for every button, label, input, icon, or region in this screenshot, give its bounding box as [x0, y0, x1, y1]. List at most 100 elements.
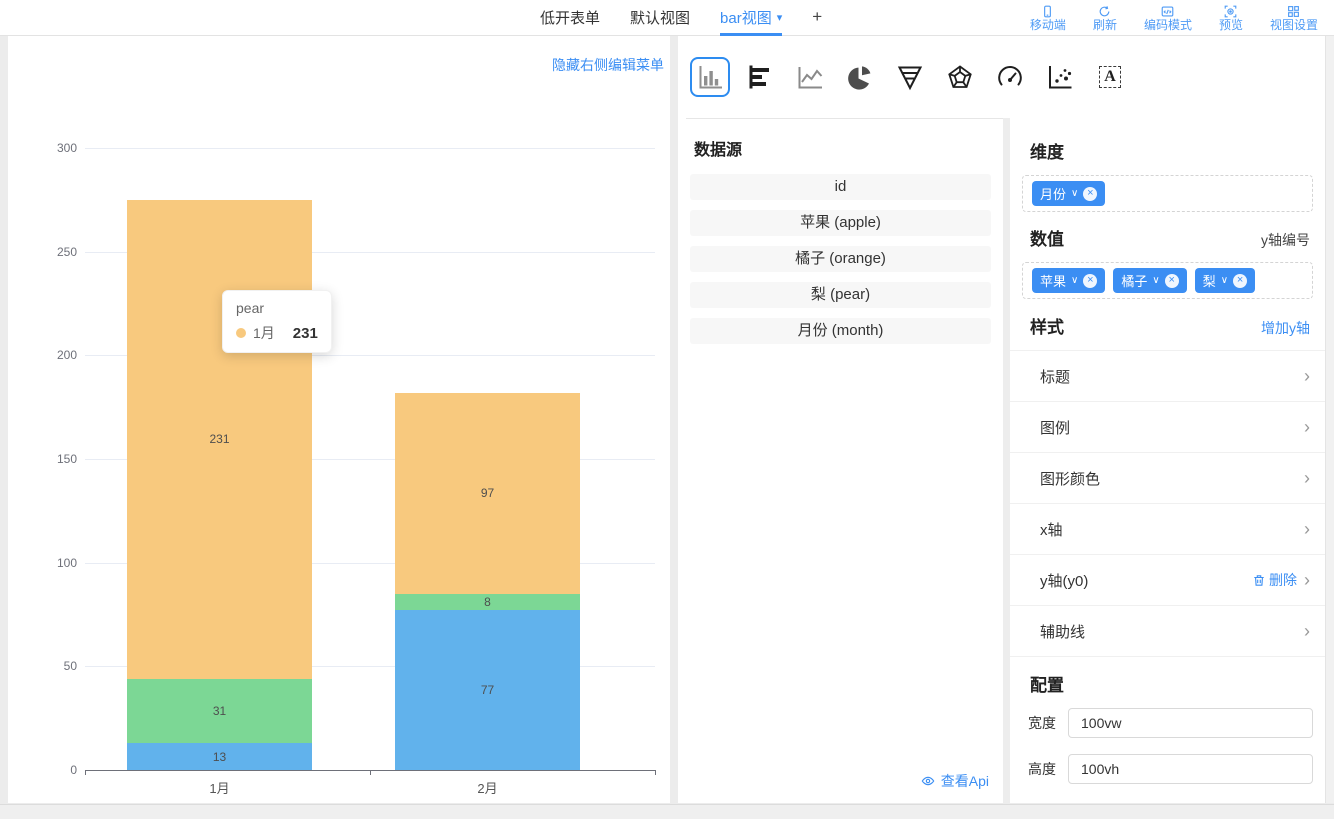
remove-tag-icon[interactable]: × [1083, 274, 1097, 288]
chart-type-funnel[interactable] [890, 57, 930, 97]
datasource-field-apple[interactable]: 苹果 (apple) [690, 210, 991, 236]
style-title: 样式 [1030, 313, 1064, 338]
editor-panel: A 数据源 id 苹果 (apple) 橘子 (orange) 梨 (pear)… [678, 36, 1334, 803]
chart-type-bar[interactable] [690, 57, 730, 97]
chart-type-radar[interactable] [940, 57, 980, 97]
add-y-axis-link[interactable]: 增加y轴 [1261, 318, 1310, 338]
y-axis-tick-label: 150 [28, 452, 77, 466]
style-item-y-axis-y0[interactable]: y轴(y0) 删除 › [1010, 555, 1325, 606]
bar-segment[interactable]: 8 [395, 594, 580, 611]
values-drop-zone[interactable]: 苹果 ∨ × 橘子 ∨ × 梨 ∨ × [1022, 262, 1313, 299]
datasource-field-month[interactable]: 月份 (month) [690, 318, 991, 344]
width-input[interactable] [1068, 708, 1313, 738]
remove-tag-icon[interactable]: × [1233, 274, 1247, 288]
bar-segment[interactable]: 31 [127, 679, 312, 743]
code-mode-icon [1161, 5, 1174, 18]
x-axis-tick [370, 770, 371, 775]
vertical-scrollbar[interactable] [1325, 36, 1334, 803]
preview-button[interactable]: 预览 [1219, 5, 1243, 32]
remove-tag-icon[interactable]: × [1083, 187, 1097, 201]
chevron-right-icon: › [1304, 520, 1310, 538]
style-item-x-axis[interactable]: x轴 › [1010, 504, 1325, 555]
bar-segment[interactable]: 97 [395, 393, 580, 594]
view-settings-button[interactable]: 视图设置 [1270, 5, 1318, 32]
chart-type-line[interactable] [790, 57, 830, 97]
eye-icon [921, 774, 935, 788]
pie-chart-icon [846, 63, 874, 91]
bar-value-label: 13 [213, 750, 226, 764]
bar-segment[interactable]: 231 [127, 200, 312, 679]
chart-type-bar-horizontal[interactable] [740, 57, 780, 97]
value-tag-pear[interactable]: 梨 ∨ × [1195, 268, 1255, 293]
trash-icon [1253, 574, 1265, 587]
chevron-right-icon: › [1304, 367, 1310, 385]
datasource-panel: 数据源 id 苹果 (apple) 橘子 (orange) 梨 (pear) 月… [678, 119, 1003, 803]
bar-segment[interactable]: 13 [127, 743, 312, 770]
chart-type-gauge[interactable] [990, 57, 1030, 97]
chart-type-scatter[interactable] [1040, 57, 1080, 97]
width-label: 宽度 [1028, 713, 1068, 733]
mobile-button[interactable]: 移动端 [1030, 5, 1066, 32]
refresh-icon [1098, 5, 1111, 18]
remove-tag-icon[interactable]: × [1165, 274, 1179, 288]
chevron-down-icon[interactable]: ∨ [1071, 275, 1078, 286]
tab-default-view[interactable]: 默认视图 [630, 0, 690, 36]
tab-bar-view[interactable]: bar视图 ▾ [720, 0, 782, 36]
refresh-button[interactable]: 刷新 [1093, 5, 1117, 32]
dimension-title: 维度 [1030, 138, 1064, 163]
text-icon: A [1099, 66, 1121, 88]
chevron-down-icon[interactable]: ∨ [1152, 275, 1159, 286]
gauge-icon [996, 63, 1024, 91]
chart-type-pie[interactable] [840, 57, 880, 97]
datasource-field-id[interactable]: id [690, 174, 991, 200]
x-axis-category-label: 1月 [170, 778, 270, 797]
panel-divider-strip [1003, 118, 1010, 803]
tooltip-value: 231 [293, 325, 318, 342]
chart-type-toolbar: A [678, 36, 1334, 118]
code-mode-button[interactable]: 编码模式 [1144, 5, 1192, 32]
style-item-shape-color[interactable]: 图形颜色 › [1010, 453, 1325, 504]
chevron-right-icon: › [1304, 622, 1310, 640]
datasource-title: 数据源 [694, 136, 1003, 160]
add-view-tab-button[interactable]: + [812, 0, 822, 36]
chevron-right-icon: › [1304, 469, 1310, 487]
tooltip-series-name: pear [236, 300, 318, 316]
value-tag-apple[interactable]: 苹果 ∨ × [1032, 268, 1105, 293]
chevron-right-icon: › [1304, 571, 1310, 589]
bar-value-label: 31 [213, 704, 226, 718]
values-title: 数值 [1030, 225, 1064, 250]
style-item-guide-line[interactable]: 辅助线 › [1010, 606, 1325, 657]
delete-y-axis-button[interactable]: 删除 [1253, 570, 1297, 590]
y-axis-tick-label: 200 [28, 348, 77, 362]
value-tag-orange[interactable]: 橘子 ∨ × [1113, 268, 1186, 293]
height-input[interactable] [1068, 754, 1313, 784]
view-tabs: 低开表单 默认视图 bar视图 ▾ + [540, 0, 822, 36]
topbar-actions: 移动端 刷新 编码模式 预览 视图设置 [1030, 0, 1318, 36]
chevron-down-icon[interactable]: ∨ [1221, 275, 1228, 286]
style-item-legend[interactable]: 图例 › [1010, 402, 1325, 453]
radar-icon [946, 63, 974, 91]
tab-low-code-form[interactable]: 低开表单 [540, 0, 600, 36]
x-axis-tick [85, 770, 86, 775]
chart-type-text[interactable]: A [1090, 57, 1130, 97]
dimension-tag-month[interactable]: 月份 ∨ × [1032, 181, 1105, 206]
style-item-title[interactable]: 标题 › [1010, 351, 1325, 402]
chart-panel: 隐藏右侧编辑菜单 05010015020025030013312311月7789… [8, 36, 670, 803]
bar-value-label: 8 [484, 595, 491, 609]
chevron-down-icon[interactable]: ∨ [1071, 188, 1078, 199]
tooltip-series-dot [236, 328, 246, 338]
y-axis-tick-label: 50 [28, 659, 77, 673]
scatter-icon [1046, 63, 1074, 91]
y-axis-number-label: y轴编号 [1261, 230, 1310, 250]
dimension-drop-zone[interactable]: 月份 ∨ × [1022, 175, 1313, 212]
bar-horizontal-icon [746, 63, 774, 91]
datasource-field-orange[interactable]: 橘子 (orange) [690, 246, 991, 272]
config-panel: 维度 月份 ∨ × 数值 y轴编号 苹果 ∨ × 橘子 ∨ × [1010, 118, 1325, 803]
preview-icon [1224, 5, 1237, 18]
chevron-right-icon: › [1304, 418, 1310, 436]
datasource-field-pear[interactable]: 梨 (pear) [690, 282, 991, 308]
shape-title: 图形 [1030, 802, 1325, 803]
view-api-link[interactable]: 查看Api [921, 771, 989, 791]
bar-segment[interactable]: 77 [395, 610, 580, 770]
horizontal-scrollbar[interactable] [0, 804, 1334, 819]
